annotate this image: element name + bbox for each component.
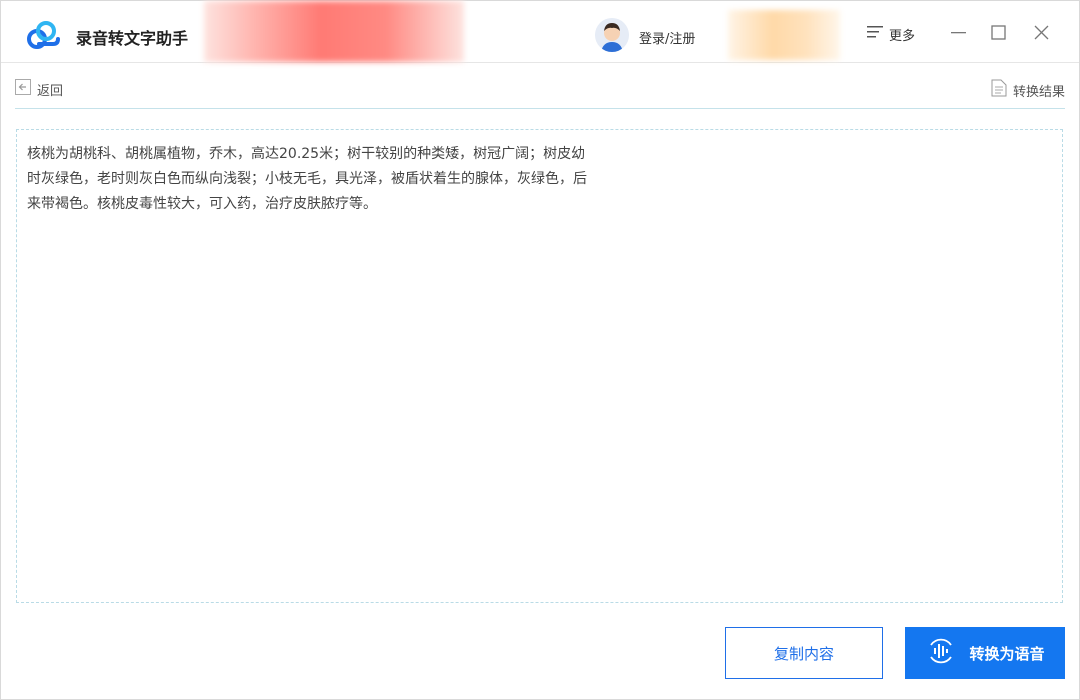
editor-text[interactable]: 核桃为胡桃科、胡桃属植物，乔木，高达20.25米；树干较别的种类矮，树冠广阔；树…	[27, 142, 597, 217]
copy-label: 复制内容	[773, 644, 834, 663]
vip-banner[interactable]	[728, 10, 840, 60]
document-icon	[991, 79, 1007, 101]
conversion-result-button[interactable]: 转换结果	[991, 79, 1065, 101]
convert-label: 转换为语音	[969, 644, 1045, 663]
sub-toolbar: 返回 转换结果	[15, 63, 1065, 109]
menu-icon	[867, 25, 883, 43]
minimize-button[interactable]	[949, 23, 969, 43]
title-bar: 录音转文字助手 登录/注册 更多	[1, 1, 1079, 63]
close-button[interactable]	[1032, 23, 1052, 43]
login-register-link[interactable]: 登录/注册	[639, 28, 695, 47]
back-label: 返回	[37, 83, 64, 99]
more-label: 更多	[889, 28, 916, 44]
back-arrow-icon	[15, 79, 31, 99]
back-button[interactable]: 返回	[15, 79, 63, 99]
convert-to-speech-button[interactable]: 转换为语音	[905, 627, 1065, 679]
text-editor[interactable]: 核桃为胡桃科、胡桃属植物，乔木，高达20.25米；树干较别的种类矮，树冠广阔；树…	[16, 129, 1063, 603]
app-title: 录音转文字助手	[76, 29, 189, 48]
app-logo-icon	[25, 17, 61, 53]
app-window: 录音转文字助手 登录/注册 更多 返回 转换结果 核桃为胡桃科、胡桃属植物，乔木…	[0, 0, 1080, 700]
maximize-button[interactable]	[989, 23, 1009, 43]
promo-banner[interactable]	[204, 1, 464, 62]
sound-wave-icon	[925, 635, 957, 671]
user-avatar-icon[interactable]	[595, 18, 629, 52]
result-label: 转换结果	[1012, 84, 1065, 100]
copy-content-button[interactable]: 复制内容	[725, 627, 883, 679]
more-menu-button[interactable]: 更多	[867, 23, 915, 45]
